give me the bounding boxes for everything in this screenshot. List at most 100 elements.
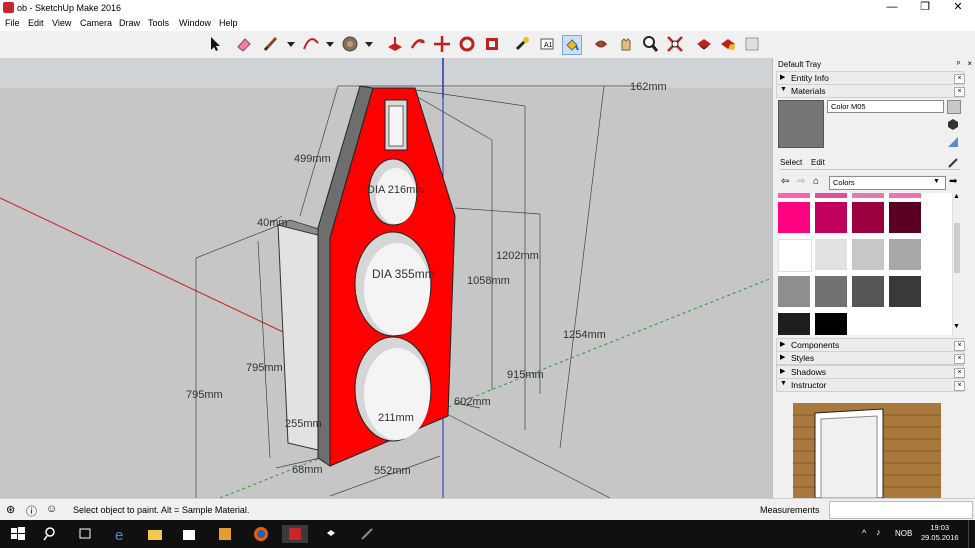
shape-dropdown[interactable] xyxy=(360,35,378,53)
system-clock[interactable]: 19:03 29.05.2016 xyxy=(921,523,959,543)
minimize-button[interactable]: — xyxy=(875,0,909,16)
swatch[interactable] xyxy=(852,202,884,233)
panel-styles[interactable]: ▶ Styles × xyxy=(776,351,965,365)
sample-paint-icon[interactable] xyxy=(947,156,959,168)
display-secondary-icon[interactable] xyxy=(947,100,961,114)
swatch[interactable] xyxy=(815,202,847,233)
swatch-partial[interactable] xyxy=(889,193,921,198)
push-pull-icon[interactable] xyxy=(386,35,404,53)
zoom-extents-icon[interactable] xyxy=(666,35,684,53)
user-icon[interactable]: ☺ xyxy=(46,503,57,515)
extension-warehouse-icon[interactable] xyxy=(719,35,737,53)
panel-entity-info[interactable]: ▶ Entity Info × xyxy=(776,71,965,85)
dropbox-icon[interactable] xyxy=(322,525,340,543)
default-material-icon[interactable] xyxy=(947,136,959,148)
swatch[interactable] xyxy=(852,239,884,270)
menu-camera[interactable]: Camera xyxy=(80,18,112,28)
media-player-icon[interactable] xyxy=(216,525,234,543)
tab-select[interactable]: Select xyxy=(780,158,802,167)
firefox-icon[interactable] xyxy=(252,525,270,543)
panel-materials[interactable]: ▼ Materials × xyxy=(776,84,965,98)
volume-icon[interactable]: ♪ xyxy=(876,527,881,537)
offset-icon[interactable] xyxy=(483,35,501,53)
text-icon[interactable]: A1 xyxy=(538,35,556,53)
arc-icon[interactable] xyxy=(302,35,320,53)
scale-icon[interactable] xyxy=(458,35,476,53)
create-material-icon[interactable] xyxy=(947,118,959,130)
paint-bucket-icon[interactable] xyxy=(562,35,582,55)
swatch-partial[interactable] xyxy=(815,193,847,198)
pan-icon[interactable] xyxy=(617,35,635,53)
task-view-icon[interactable] xyxy=(76,525,94,543)
swatch[interactable] xyxy=(815,239,847,270)
warehouse-icon[interactable] xyxy=(695,35,713,53)
home-icon[interactable]: ⌂ xyxy=(813,176,819,187)
menu-draw[interactable]: Draw xyxy=(119,18,140,28)
swatch-partial[interactable] xyxy=(852,193,884,198)
menu-edit[interactable]: Edit xyxy=(28,18,44,28)
scroll-thumb[interactable] xyxy=(954,223,960,273)
menu-file[interactable]: File xyxy=(5,18,20,28)
menu-view[interactable]: View xyxy=(52,18,71,28)
panel-components[interactable]: ▶ Components × xyxy=(776,338,965,352)
modeling-viewport[interactable]: 162mm 499mm 40mm DIA 216mm 1202mm 1058mm… xyxy=(0,58,772,498)
tape-measure-icon[interactable] xyxy=(513,35,531,53)
panel-shadows[interactable]: ▶ Shadows × xyxy=(776,365,965,379)
palette-scrollbar[interactable]: ▲ ▼ xyxy=(952,193,961,335)
panel-close-icon[interactable]: × xyxy=(954,381,965,391)
menu-help[interactable]: Help xyxy=(219,18,238,28)
panel-close-icon[interactable]: × xyxy=(954,368,965,378)
panel-close-icon[interactable]: × xyxy=(954,87,965,97)
tray-pin-icon[interactable]: ᵖ xyxy=(957,59,960,68)
details-arrow-icon[interactable]: ➡ xyxy=(949,176,957,187)
material-library-select[interactable]: Colors xyxy=(829,176,946,190)
panel-close-icon[interactable]: × xyxy=(954,74,965,84)
move-icon[interactable] xyxy=(409,35,427,53)
measurements-input[interactable] xyxy=(829,501,973,519)
credits-icon[interactable]: ⓘ xyxy=(26,503,37,519)
tab-edit[interactable]: Edit xyxy=(811,158,825,167)
scroll-down-icon[interactable]: ▼ xyxy=(953,323,960,330)
shape-icon[interactable] xyxy=(341,35,359,53)
file-explorer-icon[interactable] xyxy=(146,525,164,543)
swatch[interactable] xyxy=(815,276,847,307)
swatch[interactable] xyxy=(778,276,810,307)
tray-chevron-icon[interactable]: ^ xyxy=(862,528,866,538)
layout-icon[interactable] xyxy=(743,35,761,53)
start-icon[interactable] xyxy=(9,525,27,543)
swatch-partial[interactable] xyxy=(778,193,810,198)
store-icon[interactable] xyxy=(180,525,198,543)
eraser-icon[interactable] xyxy=(235,35,253,53)
menu-window[interactable]: Window xyxy=(179,18,211,28)
panel-instructor[interactable]: ▼ Instructor × xyxy=(776,378,965,392)
swatch[interactable] xyxy=(889,276,921,307)
rotate-icon[interactable] xyxy=(433,35,451,53)
menu-tools[interactable]: Tools xyxy=(148,18,169,28)
orbit-icon[interactable] xyxy=(592,35,610,53)
swatch[interactable] xyxy=(852,276,884,307)
zoom-icon[interactable] xyxy=(641,35,659,53)
arc-dropdown[interactable] xyxy=(321,35,339,53)
chevron-down-icon[interactable]: ▼ xyxy=(933,178,940,185)
maximize-button[interactable]: ❐ xyxy=(908,0,942,16)
swatch[interactable] xyxy=(778,239,812,272)
scroll-up-icon[interactable]: ▲ xyxy=(953,193,960,200)
panel-close-icon[interactable]: × xyxy=(954,341,965,351)
swatch[interactable] xyxy=(778,202,810,233)
panel-close-icon[interactable]: × xyxy=(954,354,965,364)
swatch[interactable] xyxy=(778,313,810,335)
swatch[interactable] xyxy=(889,202,921,233)
forward-arrow-icon[interactable]: ⇨ xyxy=(797,176,805,187)
line-dropdown[interactable] xyxy=(282,35,300,53)
current-material-swatch[interactable] xyxy=(778,100,824,148)
select-icon[interactable] xyxy=(206,35,224,53)
line-icon[interactable] xyxy=(262,35,280,53)
sketchup-taskbar-icon[interactable] xyxy=(282,525,308,543)
swatch[interactable] xyxy=(889,239,921,270)
swatch[interactable] xyxy=(815,313,847,335)
close-button[interactable]: ✕ xyxy=(941,0,975,16)
pen-app-icon[interactable] xyxy=(358,525,376,543)
edge-icon[interactable]: e xyxy=(112,525,130,544)
geo-location-icon[interactable]: ⊛ xyxy=(6,503,15,516)
back-arrow-icon[interactable]: ⇦ xyxy=(781,176,789,187)
